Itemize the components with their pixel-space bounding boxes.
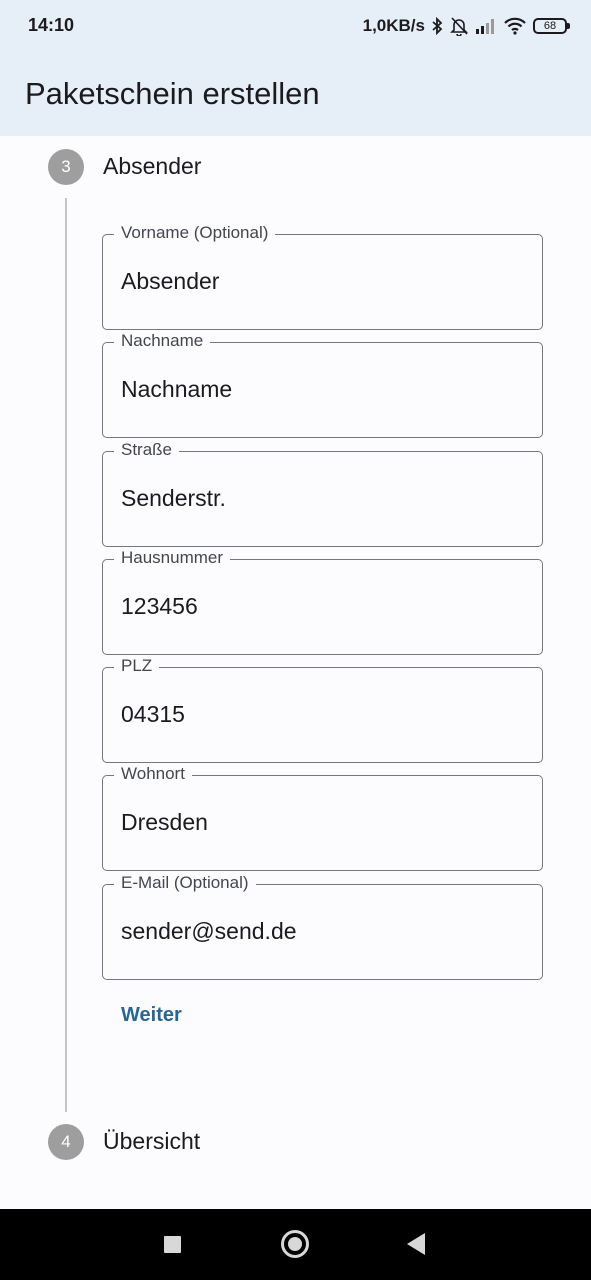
wifi-icon: [503, 17, 527, 35]
app-bar: Paketschein erstellen: [0, 54, 591, 136]
first-name-value[interactable]: Absender: [121, 268, 219, 295]
step-connector-line: [65, 198, 67, 1112]
signal-icon: [475, 18, 497, 34]
network-speed: 1,0KB/s: [362, 16, 425, 35]
last-name-value[interactable]: Nachname: [121, 376, 232, 403]
street-field[interactable]: Straße Senderstr.: [102, 440, 543, 547]
battery-icon: 68: [533, 18, 570, 34]
status-time: 14:10: [28, 15, 75, 35]
status-indicators: 1,0KB/s 68: [362, 14, 570, 38]
step-title-uebersicht[interactable]: Übersicht: [103, 1128, 200, 1155]
house-number-value[interactable]: 123456: [121, 593, 198, 620]
email-label: E-Mail (Optional): [114, 873, 256, 893]
recent-apps-icon[interactable]: [164, 1236, 181, 1253]
continue-button[interactable]: Weiter: [108, 996, 195, 1035]
step-number-4[interactable]: 4: [48, 1124, 84, 1160]
email-field[interactable]: E-Mail (Optional) sender@send.de: [102, 873, 543, 980]
home-icon[interactable]: [281, 1230, 309, 1258]
house-number-label: Hausnummer: [114, 548, 231, 568]
email-value[interactable]: sender@send.de: [121, 918, 297, 945]
step-number-3[interactable]: 3: [48, 149, 84, 185]
last-name-label: Nachname: [114, 331, 211, 351]
step-title-absender[interactable]: Absender: [103, 153, 201, 180]
status-bar: 14:10 1,0KB/s 68: [0, 0, 591, 54]
postal-code-value[interactable]: 04315: [121, 701, 185, 728]
house-number-field[interactable]: Hausnummer 123456: [102, 548, 543, 655]
notifications-muted-icon: [449, 16, 469, 36]
first-name-label: Vorname (Optional): [114, 223, 276, 243]
city-field[interactable]: Wohnort Dresden: [102, 764, 543, 871]
system-navigation-bar: [0, 1209, 591, 1280]
city-value[interactable]: Dresden: [121, 809, 208, 836]
postal-code-field[interactable]: PLZ 04315: [102, 656, 543, 763]
page-title: Paketschein erstellen: [25, 76, 320, 111]
bluetooth-icon: [431, 17, 443, 35]
back-icon[interactable]: [407, 1233, 425, 1255]
city-label: Wohnort: [114, 764, 192, 784]
postal-code-label: PLZ: [114, 656, 160, 676]
street-label: Straße: [114, 440, 180, 460]
first-name-field[interactable]: Vorname (Optional) Absender: [102, 223, 543, 330]
street-value[interactable]: Senderstr.: [121, 485, 226, 512]
last-name-field[interactable]: Nachname Nachname: [102, 331, 543, 438]
